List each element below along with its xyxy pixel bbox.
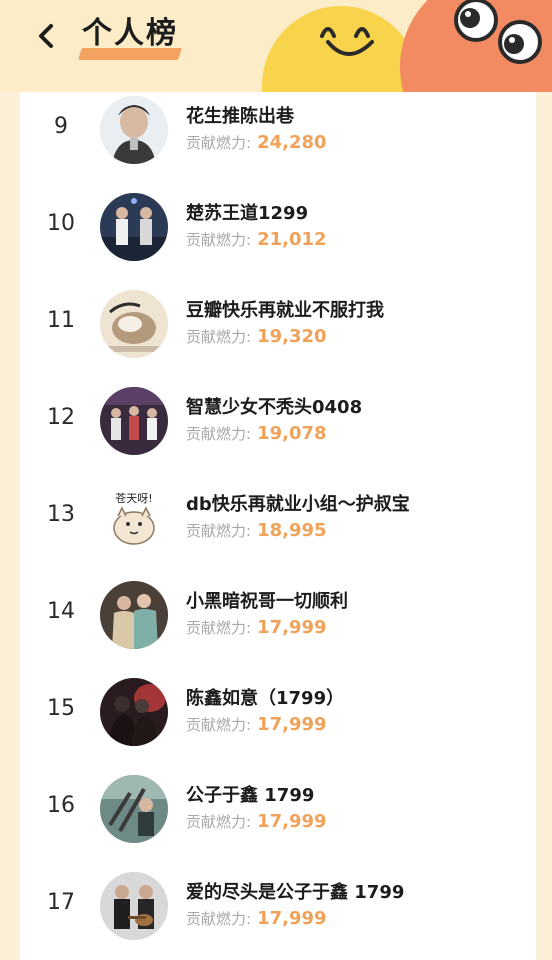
ranking-row[interactable]: 17 爱的尽头是公子于鑫 1799 贡献燃力: 17,999 (20, 870, 536, 950)
contribution-value: 21,012 (257, 229, 327, 250)
ranking-row[interactable]: 9 花生推陈出巷 贡献燃力: 24,280 (20, 94, 536, 174)
user-name: db快乐再就业小组～护叔宝 (186, 494, 410, 515)
contribution-value: 17,999 (257, 617, 327, 638)
contribution: 贡献燃力: 21,012 (186, 229, 327, 251)
contribution-label: 贡献燃力: (186, 813, 252, 831)
rank-number: 17 (47, 890, 75, 915)
avatar[interactable] (100, 872, 168, 940)
user-name: 爱的尽头是公子于鑫 1799 (186, 882, 405, 903)
avatar[interactable] (100, 96, 168, 164)
cat-sticker-icon: 苍天呀! (100, 484, 168, 552)
rank-number: 11 (47, 308, 75, 333)
svg-text:苍天呀!: 苍天呀! (115, 492, 152, 505)
ranking-row[interactable]: 10 楚苏王道1299 贡献燃力: 21,012 (20, 191, 536, 271)
contribution: 贡献燃力: 19,320 (186, 326, 327, 348)
rank-number: 15 (47, 696, 75, 721)
contribution: 贡献燃力: 17,999 (186, 714, 327, 736)
ranking-row[interactable]: 13 苍天呀! db快乐再就业小组～护叔宝 贡献燃力: 18,995 (20, 482, 536, 562)
rank-number: 10 (47, 211, 75, 236)
rank-number: 9 (54, 114, 68, 139)
contribution-value: 19,320 (257, 326, 327, 347)
rank-number: 16 (47, 793, 75, 818)
avatar[interactable] (100, 387, 168, 455)
contribution-value: 24,280 (257, 132, 327, 153)
user-name: 小黑暗祝哥一切顺利 (186, 591, 348, 612)
chevron-left-icon (39, 24, 53, 48)
ranking-list: 9 花生推陈出巷 贡献燃力: 24,280 10 楚苏王道1299 贡献燃力: … (20, 92, 536, 960)
contribution-value: 17,999 (257, 811, 327, 832)
avatar[interactable]: 苍天呀! (100, 484, 168, 552)
avatar[interactable] (100, 193, 168, 261)
ranking-row[interactable]: 11 豆瓣快乐再就业不服打我 贡献燃力: 19,320 (20, 288, 536, 368)
contribution-value: 18,995 (257, 520, 327, 541)
contribution-label: 贡献燃力: (186, 328, 252, 346)
user-name: 豆瓣快乐再就业不服打我 (186, 300, 384, 321)
contribution: 贡献燃力: 17,999 (186, 908, 327, 930)
user-name: 公子于鑫 1799 (186, 785, 315, 806)
contribution-label: 贡献燃力: (186, 231, 252, 249)
user-name: 楚苏王道1299 (186, 203, 309, 224)
contribution-label: 贡献燃力: (186, 425, 252, 443)
ranking-row[interactable]: 14 小黑暗祝哥一切顺利 贡献燃力: 17,999 (20, 579, 536, 659)
avatar[interactable] (100, 290, 168, 358)
page-title: 个人榜 (82, 16, 178, 51)
rank-number: 12 (47, 405, 75, 430)
contribution: 贡献燃力: 17,999 (186, 811, 327, 833)
contribution: 贡献燃力: 19,078 (186, 423, 327, 445)
contribution: 贡献燃力: 24,280 (186, 132, 327, 154)
contribution-label: 贡献燃力: (186, 522, 252, 540)
avatar[interactable] (100, 678, 168, 746)
contribution-value: 17,999 (257, 908, 327, 929)
rank-number: 13 (47, 502, 75, 527)
contribution-label: 贡献燃力: (186, 619, 252, 637)
contribution-label: 贡献燃力: (186, 134, 252, 152)
top-header: 个人榜 (0, 0, 552, 92)
avatar[interactable] (100, 775, 168, 843)
contribution-value: 17,999 (257, 714, 327, 735)
contribution-value: 19,078 (257, 423, 327, 444)
avatar[interactable] (100, 581, 168, 649)
ranking-row[interactable]: 15 陈鑫如意（1799） 贡献燃力: 17,999 (20, 676, 536, 756)
user-name: 陈鑫如意（1799） (186, 688, 345, 709)
user-name: 花生推陈出巷 (186, 106, 294, 127)
contribution: 贡献燃力: 17,999 (186, 617, 327, 639)
user-name: 智慧少女不秃头0408 (186, 397, 363, 418)
back-button[interactable] (28, 18, 64, 54)
contribution: 贡献燃力: 18,995 (186, 520, 327, 542)
page-title-wrap: 个人榜 (78, 12, 182, 60)
ranking-row[interactable]: 16 公子于鑫 1799 贡献燃力: 17,999 (20, 773, 536, 853)
ranking-row[interactable]: 12 智慧少女不秃头0408 贡献燃力: 19,078 (20, 385, 536, 465)
contribution-label: 贡献燃力: (186, 716, 252, 734)
rank-number: 14 (47, 599, 75, 624)
contribution-label: 贡献燃力: (186, 910, 252, 928)
